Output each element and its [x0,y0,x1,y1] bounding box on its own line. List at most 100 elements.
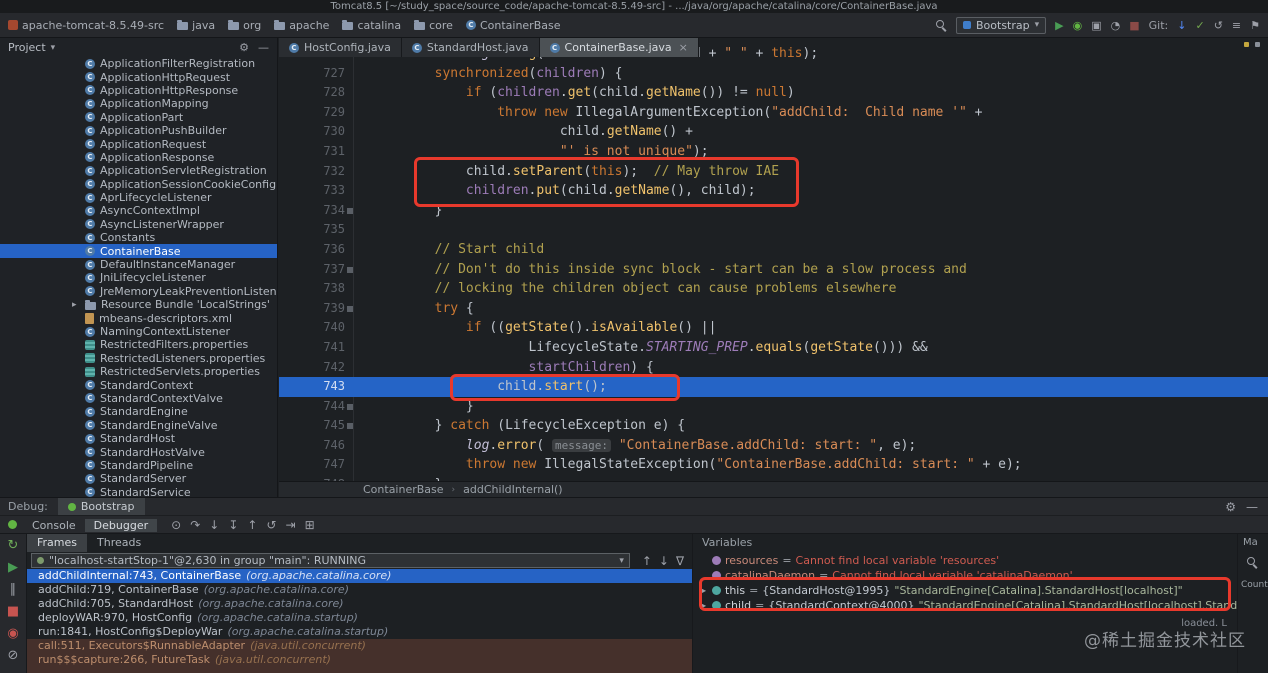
chevron-down-icon[interactable]: ▾ [51,43,56,53]
code-line[interactable]: 739 try { [279,299,1268,319]
breadcrumb-item[interactable]: C ContainerBase [465,19,561,32]
inspection-widget[interactable] [1244,42,1260,47]
tree-item[interactable]: C DefaultInstanceManager [0,258,277,271]
tree-item[interactable]: RestrictedFilters.properties [0,338,277,351]
tree-item[interactable]: C StandardServer [0,472,277,485]
next-frame-icon[interactable]: ↓ [659,555,669,567]
line-number[interactable]: 733 [279,181,353,201]
breadcrumb-item[interactable]: core [414,19,453,32]
tree-item[interactable]: C StandardContext [0,378,277,392]
previous-frame-icon[interactable]: ↑ [642,555,652,567]
code-line[interactable]: 744 } [279,397,1268,417]
code-line[interactable]: 746 log.error( message: "ContainerBase.a… [279,436,1268,456]
thread-selector[interactable]: "localhost-startStop-1"@2,630 in group "… [31,553,630,568]
code-line[interactable]: 737 // Don't do this inside sync block -… [279,260,1268,280]
editor-tab[interactable]: C ContainerBase.java × [539,38,699,57]
frame-row[interactable]: addChildInternal:743, ContainerBase (org.… [27,569,692,583]
editor-tab[interactable]: C HostConfig.java [279,38,402,57]
breadcrumb-item[interactable]: catalina [342,19,401,32]
run-to-cursor-icon[interactable]: ⇥ [286,519,296,531]
resume-button[interactable]: ▶ [8,561,18,574]
evaluate-expression-icon[interactable]: ⊞ [305,519,315,531]
line-number[interactable]: 735 [279,220,353,240]
frame-row[interactable]: deployWAR:970, HostConfig (org.apache.cat… [27,611,692,625]
line-number[interactable]: 747 [279,455,353,475]
tab-threads[interactable]: Threads [87,534,151,552]
pause-button[interactable]: ∥ [10,583,17,596]
line-number[interactable]: 744 [279,397,353,417]
step-into-icon[interactable]: ↓ [209,519,219,531]
frame-row[interactable] [27,667,692,673]
frame-row[interactable]: run:1841, HostConfig$DeployWar (org.apach… [27,625,692,639]
tree-item[interactable]: C ApplicationFilterRegistration [0,57,277,70]
search-icon[interactable] [1246,556,1258,568]
code-line[interactable]: 736 // Start child [279,240,1268,260]
line-number[interactable]: 738 [279,279,353,299]
frame-row[interactable]: addChild:719, ContainerBase (org.apache.c… [27,583,692,597]
code-line[interactable]: 735 [279,220,1268,240]
tree-item[interactable]: C ApplicationPushBuilder [0,124,277,137]
line-number[interactable]: 741 [279,338,353,358]
line-number[interactable]: 728 [279,83,353,103]
line-number[interactable]: 742 [279,358,353,378]
tree-item[interactable]: C ApplicationMapping [0,97,277,110]
frame-row[interactable]: run$$$capture:266, FutureTask (java.util.… [27,653,692,667]
tree-item[interactable]: mbeans-descriptors.xml [0,311,277,325]
tree-item[interactable]: C StandardHostValve [0,445,277,459]
debug-button[interactable]: ◉ [1073,20,1083,31]
line-number[interactable]: 740 [279,318,353,338]
run-button[interactable]: ▶ [1055,20,1063,31]
line-number[interactable]: 729 [279,103,353,123]
chevron-right-icon[interactable]: ▸ [72,300,80,310]
code-line[interactable]: 727 synchronized(children) { [279,64,1268,84]
tree-item[interactable]: C ApplicationPart [0,111,277,124]
line-number[interactable]: 743 [279,377,353,397]
line-number[interactable]: 737 [279,260,353,280]
fold-marker[interactable] [347,423,353,430]
code-line[interactable]: 747 throw new IllegalStateException("Con… [279,455,1268,475]
tree-item[interactable]: C AprLifecycleListener [0,191,277,204]
breadcrumb-item[interactable]: apache-tomcat-8.5.49-src [8,19,164,32]
breadcrumb-class[interactable]: ContainerBase [363,483,444,496]
breadcrumb-item[interactable]: java [177,19,215,32]
git-update-button[interactable]: ↓ [1177,20,1186,31]
tree-item[interactable]: C ApplicationHttpRequest [0,70,277,84]
tree-item[interactable]: ▸ Resource Bundle 'LocalStrings' [0,298,277,311]
line-number[interactable]: 739 [279,299,353,319]
breadcrumb-item[interactable]: apache [274,19,329,32]
step-out-icon[interactable]: ↑ [247,519,257,531]
line-number[interactable]: 732 [279,162,353,182]
tree-item[interactable]: C Constants [0,231,277,244]
fold-marker[interactable] [347,403,353,410]
code-line[interactable]: 738 // locking the children object can c… [279,279,1268,299]
code-line[interactable]: 729 throw new IllegalArgumentException("… [279,103,1268,123]
line-number[interactable]: 731 [279,142,353,162]
tree-item[interactable]: C StandardHost [0,432,277,445]
project-panel-title[interactable]: Project [8,41,46,54]
stop-button[interactable]: ■ [7,605,19,618]
tree-item[interactable]: C StandardService [0,486,277,497]
tab-frames[interactable]: Frames [27,534,88,552]
filter-icon[interactable]: ∇ [676,555,684,567]
settings-icon[interactable]: ⚙ [239,41,249,54]
tree-item[interactable]: RestrictedServlets.properties [0,365,277,378]
git-commit-button[interactable]: ✓ [1195,20,1204,31]
tab-debugger[interactable]: Debugger [84,519,158,532]
tree-item[interactable]: C ApplicationServletRegistration [0,164,277,177]
code-line[interactable]: 741 LifecycleState.STARTING_PREP.equals(… [279,338,1268,358]
close-icon[interactable]: × [679,41,688,54]
frame-row[interactable]: call:511, Executors$RunnableAdapter (java… [27,639,692,653]
settings-icon[interactable]: ⚙ [1225,501,1236,513]
code-line[interactable]: 728 if (children.get(child.getName()) !=… [279,83,1268,103]
tab-console[interactable]: Console [23,519,85,532]
notifications-icon[interactable]: ⚑ [1250,20,1260,31]
tree-item[interactable]: C StandardPipeline [0,459,277,472]
code-line[interactable]: 743 child.start(); [279,377,1268,397]
hide-panel-icon[interactable]: — [1246,501,1258,513]
git-rollback-button[interactable]: ↺ [1214,20,1223,31]
fold-marker[interactable] [347,207,353,214]
line-number[interactable]: 727 [279,64,353,84]
tree-item[interactable]: C JreMemoryLeakPreventionListener [0,285,277,298]
rerun-button[interactable]: ↻ [8,539,19,552]
mute-breakpoints-button[interactable]: ⊘ [8,649,19,662]
